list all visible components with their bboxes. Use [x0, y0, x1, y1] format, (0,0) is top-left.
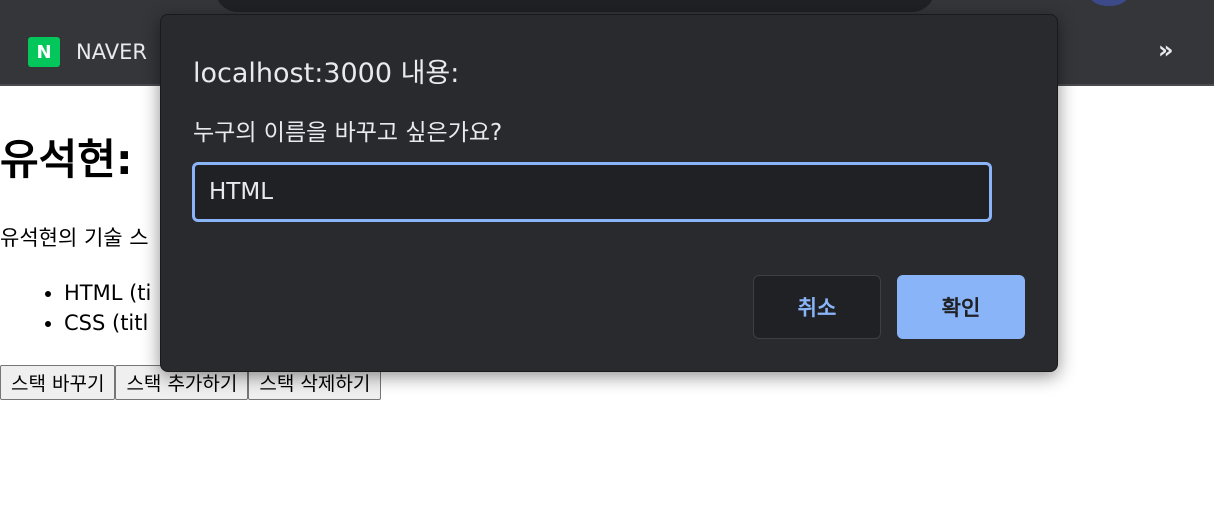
page-title: 유석현:	[0, 135, 133, 184]
prompt-dialog: localhost:3000 내용: 누구의 이름을 바꾸고 싶은가요? 취소 …	[160, 14, 1058, 372]
address-bar[interactable]	[215, 0, 935, 12]
dialog-title: localhost:3000 내용:	[193, 58, 460, 89]
page-description: 유석현의 기술 스	[0, 226, 149, 250]
dialog-message: 누구의 이름을 바꾸고 싶은가요?	[193, 120, 503, 146]
prompt-input[interactable]	[192, 162, 992, 222]
ok-button[interactable]: 확인	[897, 275, 1025, 339]
bookmarks-overflow-icon[interactable]: »	[1158, 36, 1174, 64]
bookmark-naver[interactable]: N NAVER	[28, 37, 147, 67]
cancel-button[interactable]: 취소	[753, 275, 881, 339]
bookmark-label: NAVER	[76, 40, 147, 64]
change-stack-button[interactable]: 스택 바꾸기	[0, 365, 116, 400]
profile-avatar[interactable]	[1090, 0, 1128, 6]
list-item: CSS (titl	[64, 308, 151, 338]
naver-icon: N	[28, 37, 60, 67]
list-item: HTML (ti	[64, 278, 151, 308]
stack-list: HTML (ti CSS (titl	[0, 278, 151, 338]
